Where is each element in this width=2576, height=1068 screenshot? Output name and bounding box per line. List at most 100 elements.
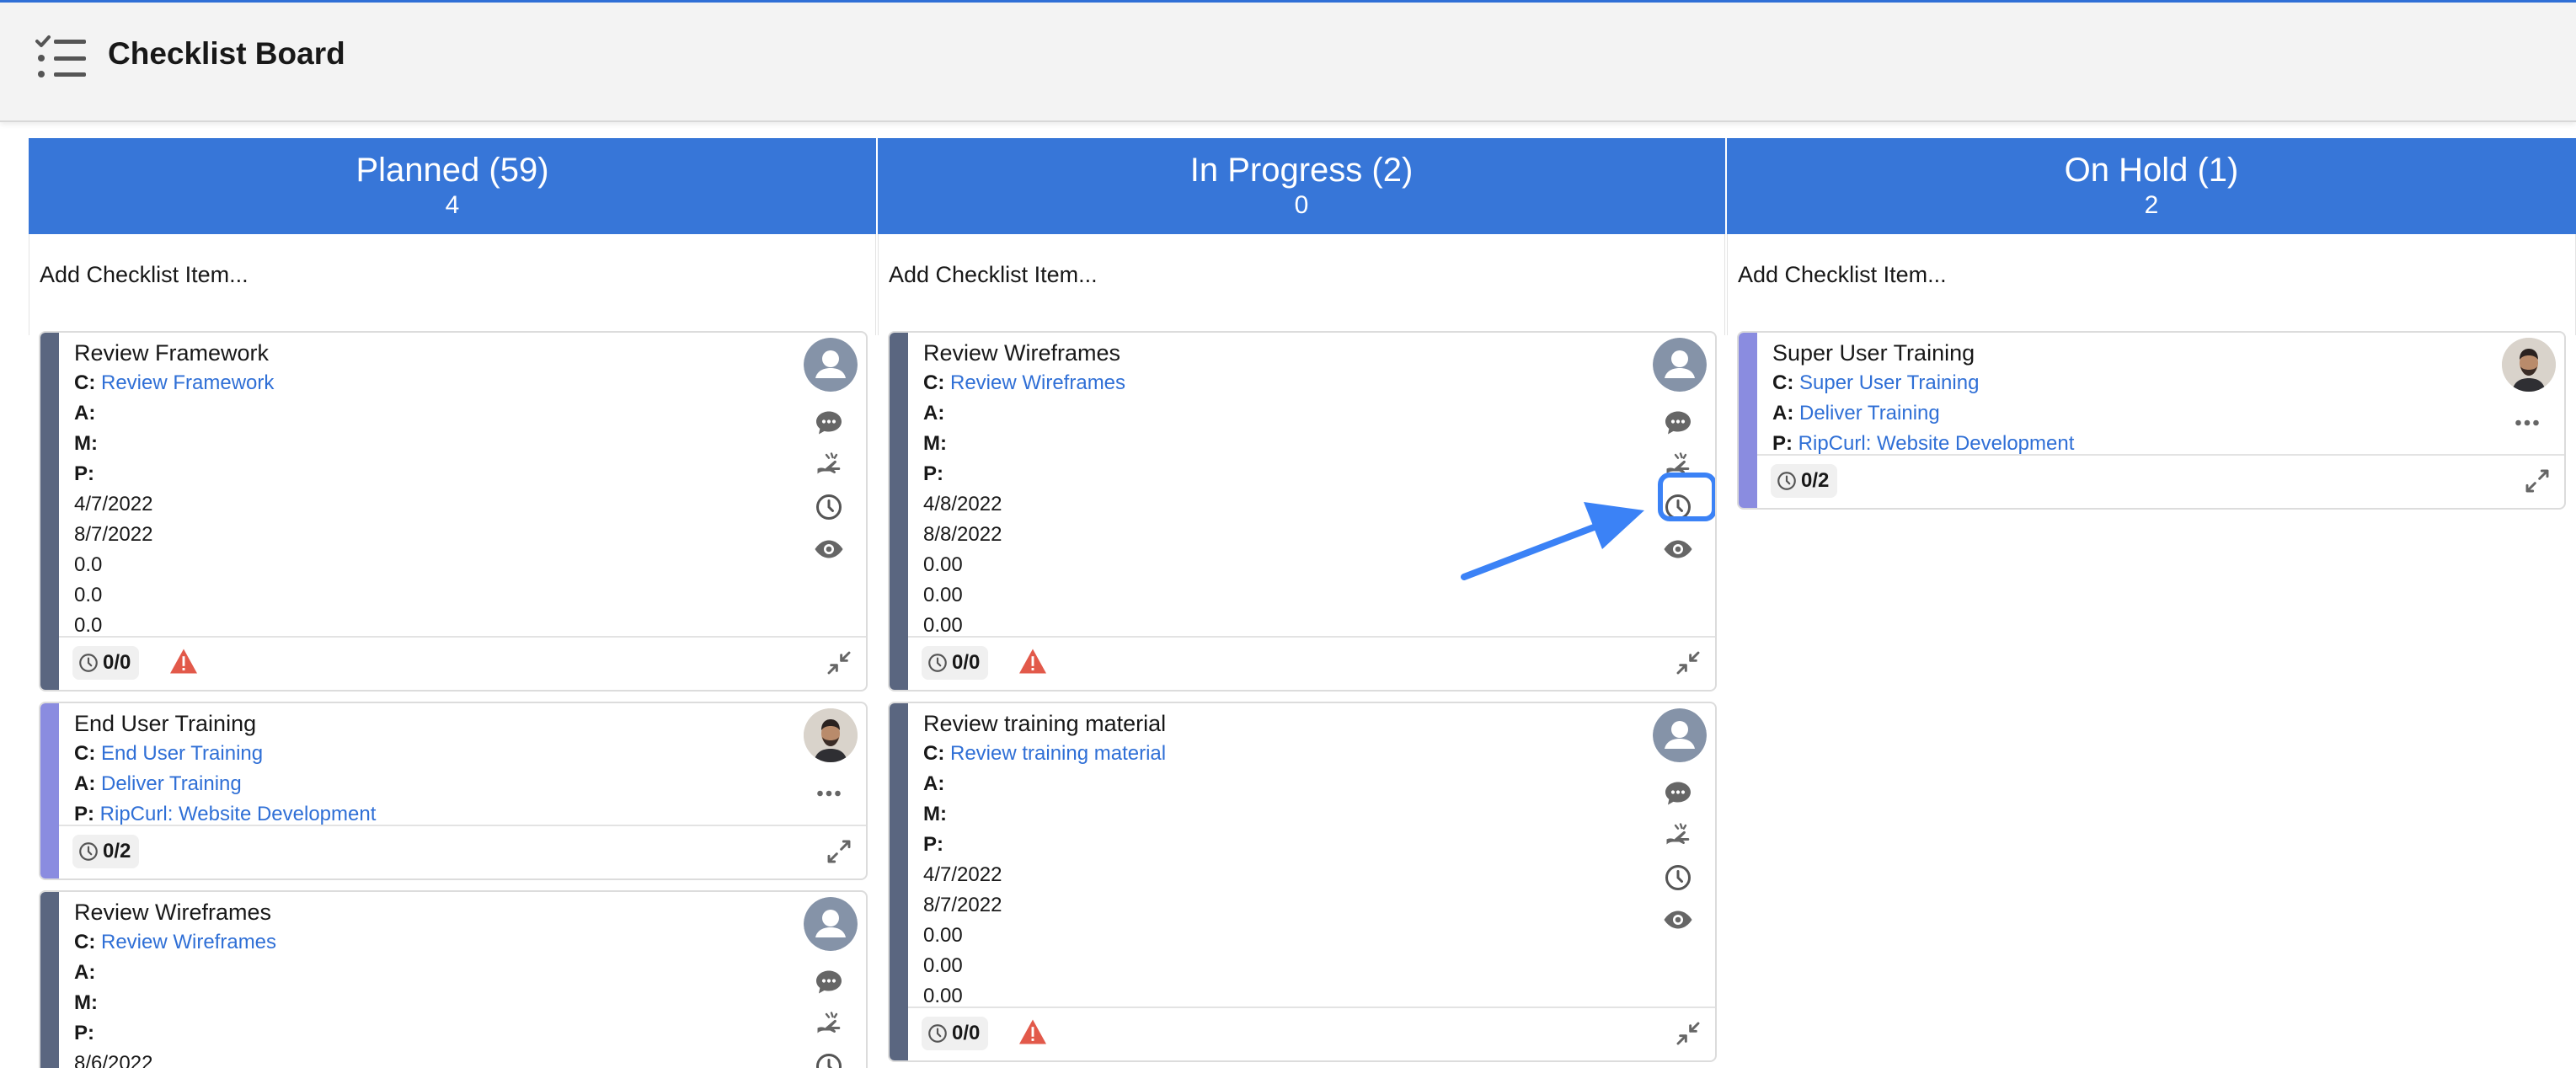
column-in-progress: In Progress (2) 0 Add Checklist Item... … xyxy=(878,138,1725,1068)
c-label: C: xyxy=(923,742,945,765)
card-status-bar xyxy=(890,703,908,1060)
p-label: P: xyxy=(74,1022,94,1044)
project-link[interactable]: RipCurl: Website Development xyxy=(100,803,377,825)
activity-link[interactable]: Deliver Training xyxy=(1799,402,1940,425)
a-label: A: xyxy=(923,772,945,795)
a-label: A: xyxy=(74,772,96,795)
eye-icon[interactable] xyxy=(1663,534,1693,564)
eye-icon[interactable] xyxy=(814,534,844,564)
checklist-link[interactable]: Super User Training xyxy=(1799,371,1979,394)
page-title: Checklist Board xyxy=(108,36,345,71)
card-status-bar xyxy=(890,333,908,690)
clock-icon xyxy=(77,652,99,674)
column-title: Planned (59) xyxy=(355,152,549,189)
column-title: In Progress (2) xyxy=(1189,152,1414,189)
clock-icon[interactable] xyxy=(814,492,844,522)
nudge-icon[interactable] xyxy=(814,1009,844,1039)
a-label: A: xyxy=(74,402,96,425)
c-label: C: xyxy=(74,931,96,953)
m-label: M: xyxy=(923,432,947,455)
more-options-icon[interactable] xyxy=(814,778,844,809)
progress-badge[interactable]: 0/2 xyxy=(1771,464,1838,498)
value-2: 0.0 xyxy=(74,584,103,606)
due-date: 8/7/2022 xyxy=(923,894,1002,916)
card-status-bar xyxy=(1739,333,1757,508)
add-checklist-item-input[interactable]: Add Checklist Item... xyxy=(1727,234,2576,335)
clock-icon[interactable] xyxy=(814,1051,844,1068)
progress-badge[interactable]: 0/0 xyxy=(72,646,140,680)
progress-count: 0/2 xyxy=(103,840,131,862)
activity-link[interactable]: Deliver Training xyxy=(101,772,242,795)
eye-icon[interactable] xyxy=(1663,905,1693,935)
add-checklist-item-input[interactable]: Add Checklist Item... xyxy=(29,234,876,335)
checklist-link[interactable]: Review Wireframes xyxy=(101,931,276,953)
checklist-card[interactable]: Review Framework C: Review Framework A: … xyxy=(39,331,868,692)
checklist-link[interactable]: End User Training xyxy=(101,742,263,765)
collapse-icon[interactable] xyxy=(1675,649,1702,676)
add-checklist-item-input[interactable]: Add Checklist Item... xyxy=(878,234,1725,335)
checklist-link[interactable]: Review Framework xyxy=(101,371,274,394)
checklist-link[interactable]: Review Wireframes xyxy=(950,371,1125,394)
m-label: M: xyxy=(74,991,98,1014)
collapse-icon[interactable] xyxy=(826,649,852,676)
a-label: A: xyxy=(1772,402,1794,425)
board: Planned (59) 4 Add Checklist Item... Rev… xyxy=(29,138,2576,1068)
column-count: 0 xyxy=(1294,191,1309,219)
chat-icon[interactable] xyxy=(814,408,844,438)
progress-badge[interactable]: 0/0 xyxy=(922,1017,989,1050)
progress-badge[interactable]: 0/2 xyxy=(72,835,140,868)
c-label: C: xyxy=(1772,371,1794,394)
progress-count: 0/0 xyxy=(952,651,981,674)
card-title: Review Wireframes xyxy=(923,340,1121,366)
column-header: Planned (59) 4 xyxy=(29,138,876,234)
checklist-card[interactable]: End User Training C: End User Training A… xyxy=(39,702,868,880)
column-header: In Progress (2) 0 xyxy=(878,138,1725,234)
value-1: 0.00 xyxy=(923,924,963,947)
start-date: 8/6/2022 xyxy=(74,1052,153,1068)
avatar[interactable] xyxy=(804,338,858,392)
more-options-icon[interactable] xyxy=(2512,408,2542,438)
checklist-card[interactable]: Review training material C: Review train… xyxy=(888,702,1717,1062)
p-label: P: xyxy=(74,462,94,485)
column-header: On Hold (1) 2 xyxy=(1727,138,2576,234)
clock-icon[interactable] xyxy=(1663,862,1693,893)
chat-icon[interactable] xyxy=(1663,778,1693,809)
collapse-icon[interactable] xyxy=(1675,1020,1702,1047)
nudge-icon[interactable] xyxy=(1663,820,1693,851)
checklist-card[interactable]: Super User Training C: Super User Traini… xyxy=(1737,331,2566,510)
value-2: 0.00 xyxy=(923,954,963,977)
c-label: C: xyxy=(74,371,96,394)
card-title: End User Training xyxy=(74,711,257,736)
checklist-icon xyxy=(35,35,86,77)
avatar[interactable] xyxy=(1653,708,1707,762)
start-date: 4/7/2022 xyxy=(923,863,1002,886)
nudge-icon[interactable] xyxy=(814,450,844,480)
project-link[interactable]: RipCurl: Website Development xyxy=(1798,432,2075,455)
progress-count: 0/0 xyxy=(952,1022,981,1044)
m-label: M: xyxy=(74,432,98,455)
progress-badge[interactable]: 0/0 xyxy=(922,646,989,680)
avatar[interactable] xyxy=(2502,338,2556,392)
warning-icon xyxy=(168,648,199,675)
card-title: Review Wireframes xyxy=(74,900,272,925)
avatar[interactable] xyxy=(1653,338,1707,392)
chat-icon[interactable] xyxy=(814,967,844,997)
avatar[interactable] xyxy=(804,897,858,951)
clock-icon xyxy=(927,1023,949,1044)
checklist-link[interactable]: Review training material xyxy=(950,742,1166,765)
chat-icon[interactable] xyxy=(1663,408,1693,438)
avatar[interactable] xyxy=(804,708,858,762)
warning-icon xyxy=(1018,648,1048,675)
expand-icon[interactable] xyxy=(2524,467,2551,494)
p-label: P: xyxy=(1772,432,1793,455)
annotation-arrow xyxy=(1461,502,1644,580)
expand-icon[interactable] xyxy=(826,838,852,865)
card-title: Super User Training xyxy=(1772,340,1975,366)
warning-icon xyxy=(1018,1018,1048,1045)
value-1: 0.0 xyxy=(74,553,103,576)
column-count: 4 xyxy=(445,191,460,219)
start-date: 4/7/2022 xyxy=(74,493,153,515)
checklist-card[interactable]: Review Wireframes C: Review Wireframes A… xyxy=(39,890,868,1068)
clock-icon xyxy=(77,841,99,862)
column-planned: Planned (59) 4 Add Checklist Item... Rev… xyxy=(29,138,876,1068)
